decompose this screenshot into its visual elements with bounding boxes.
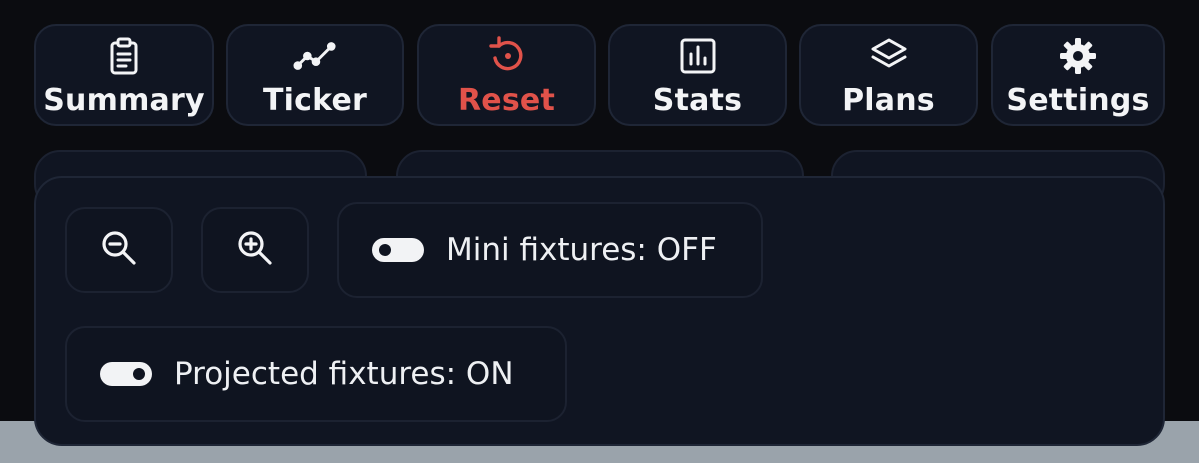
zoom-in-icon: [234, 227, 276, 274]
plans-button[interactable]: Plans: [799, 24, 978, 126]
settings-button[interactable]: Settings: [991, 24, 1165, 126]
reset-label: Reset: [458, 83, 555, 118]
mini-fixtures-toggle[interactable]: Mini fixtures: OFF: [337, 202, 763, 298]
summary-button[interactable]: Summary: [34, 24, 214, 126]
zoom-out-icon: [98, 227, 140, 274]
reset-icon: [485, 34, 529, 78]
settings-label: Settings: [1006, 83, 1150, 118]
trend-line-icon: [293, 34, 337, 78]
stats-button[interactable]: Stats: [608, 24, 787, 126]
ticker-button[interactable]: Ticker: [226, 24, 404, 126]
clipboard-icon: [102, 34, 146, 78]
zoom-in-button[interactable]: [201, 207, 309, 293]
switch-knob: [379, 244, 391, 256]
display-options-panel: Mini fixtures: OFF Projected fixtures: O…: [34, 176, 1165, 446]
layers-icon: [867, 34, 911, 78]
mini-fixtures-label: Mini fixtures: OFF: [446, 231, 717, 268]
stats-label: Stats: [652, 83, 743, 118]
plans-label: Plans: [842, 83, 935, 118]
reset-button[interactable]: Reset: [417, 24, 596, 126]
projected-fixtures-label: Projected fixtures: ON: [174, 355, 514, 392]
switch-knob: [133, 368, 145, 380]
gear-icon: [1056, 34, 1100, 78]
summary-label: Summary: [43, 83, 205, 118]
projected-fixtures-switch[interactable]: [100, 362, 152, 386]
zoom-out-button[interactable]: [65, 207, 173, 293]
mini-fixtures-switch[interactable]: [372, 238, 424, 262]
projected-fixtures-toggle[interactable]: Projected fixtures: ON: [65, 326, 567, 422]
bar-chart-icon: [676, 34, 720, 78]
ticker-label: Ticker: [262, 83, 368, 118]
